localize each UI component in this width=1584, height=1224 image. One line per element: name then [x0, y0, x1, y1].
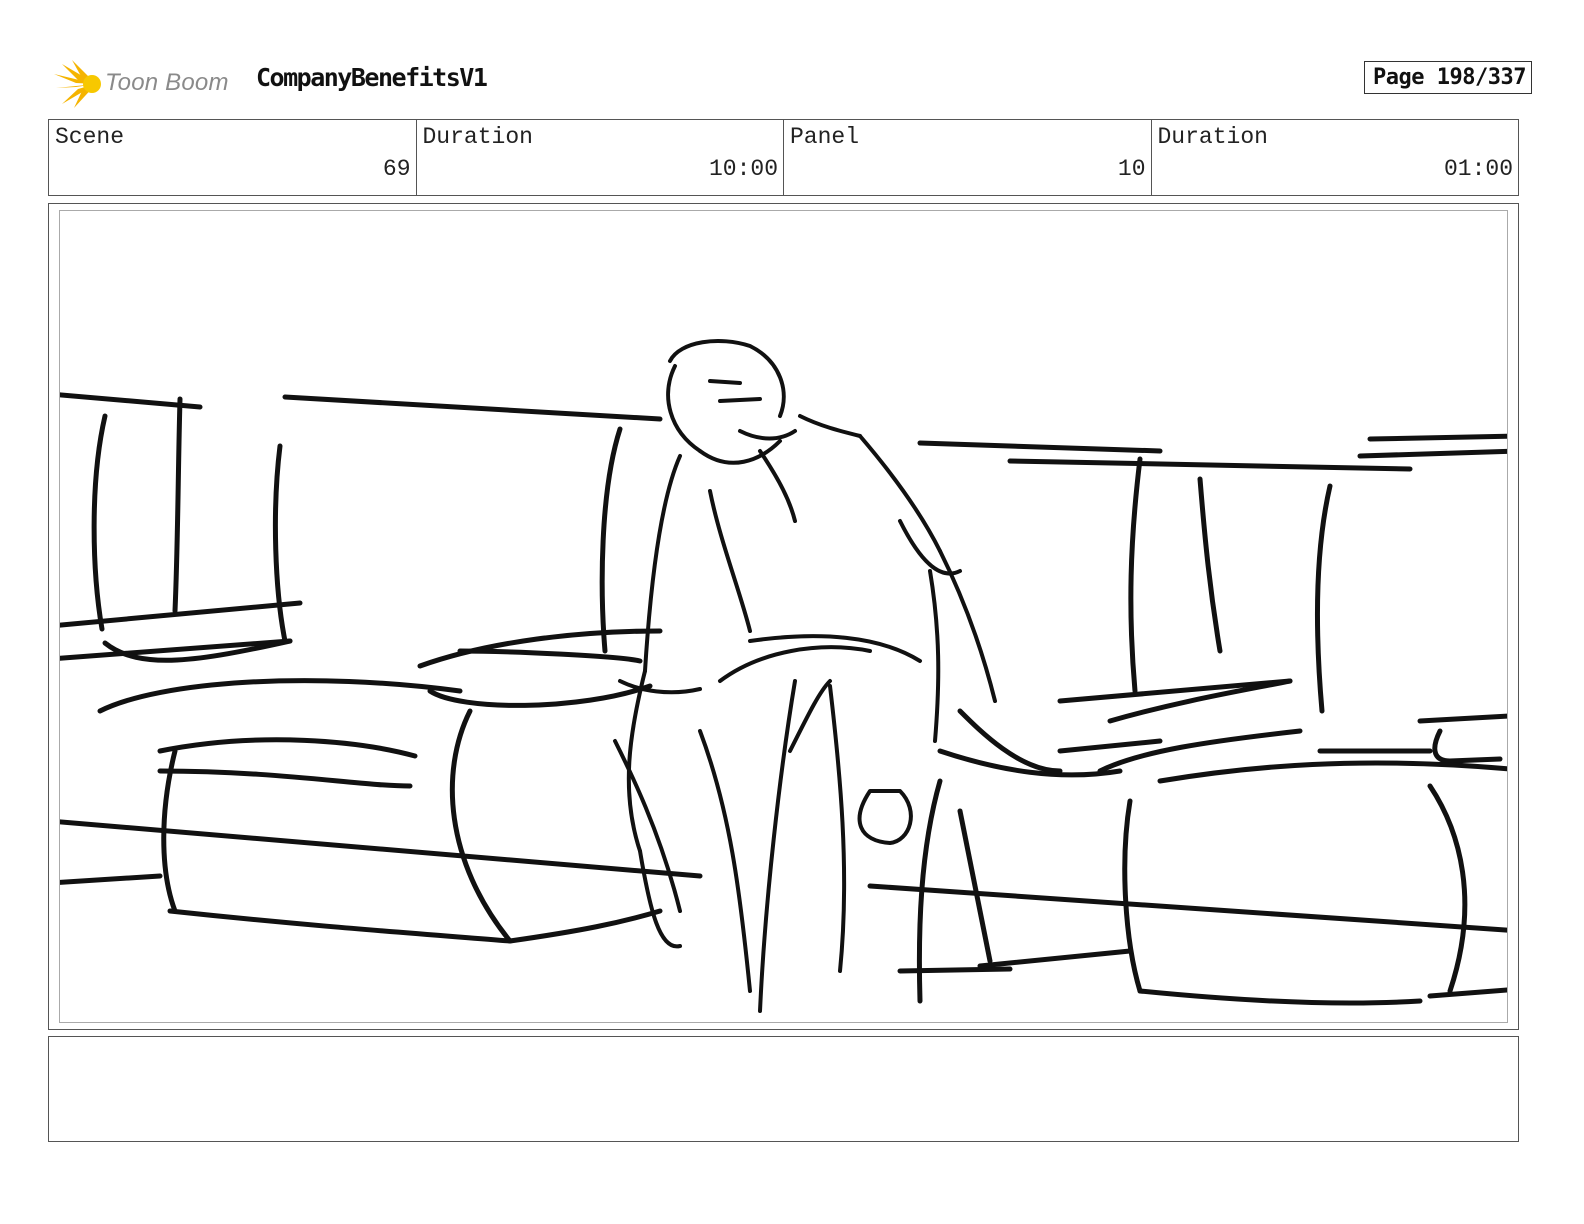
right-sofa-sketch [867, 433, 1507, 1006]
sketch-drawing [60, 339, 1507, 1013]
scene-duration-label: Duration [422, 124, 533, 150]
burst-icon [54, 60, 101, 108]
toon-boom-logo: Toon Boom [52, 56, 242, 108]
panel-duration-label: Duration [1157, 124, 1268, 150]
scene-duration-cell: Duration 10:00 [417, 120, 784, 195]
page-header: Toon Boom CompanyBenefitsV1 Page 198/337 [52, 52, 1532, 112]
scene-label: Scene [55, 124, 125, 150]
scene-info-table: Scene 69 Duration 10:00 Panel 10 Duratio… [48, 119, 1519, 196]
scene-value: 69 [382, 156, 411, 182]
panel-duration-cell: Duration 01:00 [1152, 120, 1519, 195]
storyboard-panel [59, 210, 1508, 1023]
logo-text: Toon Boom [105, 69, 229, 96]
notes-box [48, 1036, 1519, 1142]
scene-cell: Scene 69 [49, 120, 417, 195]
panel-cell: Panel 10 [784, 120, 1152, 195]
panel-duration-value: 01:00 [1443, 156, 1513, 182]
storyboard-panel-frame [48, 203, 1519, 1030]
left-sofa-sketch [60, 392, 703, 944]
project-title: CompanyBenefitsV1 [256, 63, 488, 92]
panel-value: 10 [1117, 156, 1146, 182]
page-number: Page 198/337 [1364, 61, 1532, 94]
scene-duration-value: 10:00 [708, 156, 778, 182]
panel-label: Panel [790, 124, 860, 150]
